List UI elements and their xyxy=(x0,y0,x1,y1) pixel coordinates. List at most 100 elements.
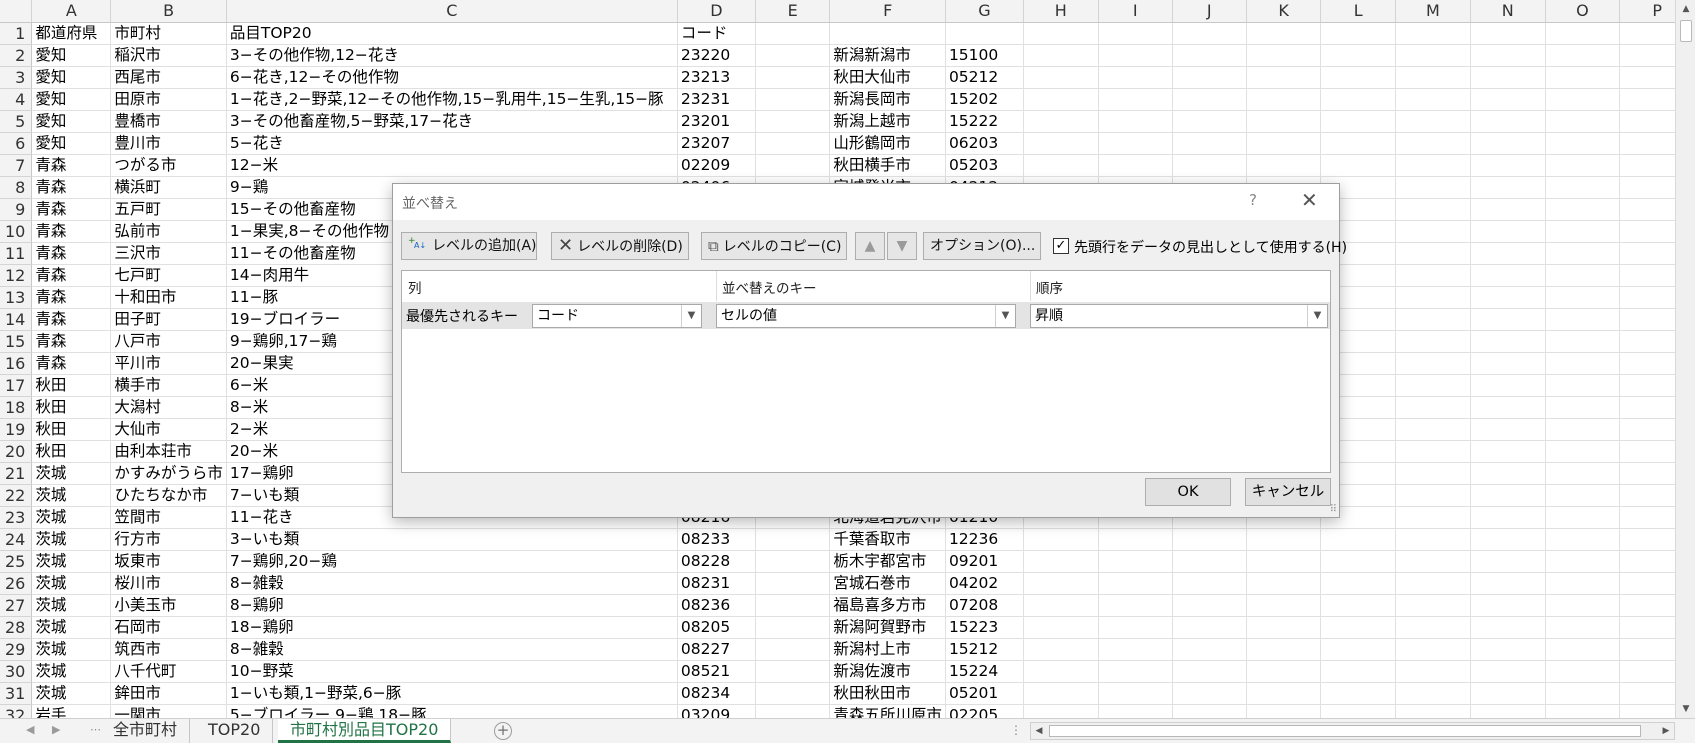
grid-cell[interactable] xyxy=(1545,330,1621,353)
grid-cell[interactable] xyxy=(1545,484,1621,507)
grid-cell[interactable]: 08521 xyxy=(677,660,756,683)
grid-cell[interactable] xyxy=(1545,550,1621,573)
grid-cell[interactable] xyxy=(1320,110,1396,133)
grid-cell[interactable] xyxy=(1098,66,1173,89)
grid-cell[interactable] xyxy=(1470,660,1546,683)
grid-cell[interactable]: 02205 xyxy=(945,704,1024,718)
grid-cell[interactable]: 新潟村上市 xyxy=(829,638,946,661)
grid-cell[interactable]: 18−鶏卵 xyxy=(226,616,678,639)
grid-cell[interactable] xyxy=(1098,154,1173,177)
row-header[interactable]: 31 xyxy=(0,682,33,705)
grid-cell[interactable]: 青森 xyxy=(31,154,112,177)
column-header[interactable]: E xyxy=(755,0,831,23)
grid-cell[interactable]: 筑西市 xyxy=(110,638,227,661)
grid-cell[interactable] xyxy=(1320,154,1396,177)
grid-cell[interactable]: 7−鶏卵,20−鶏 xyxy=(226,550,678,573)
grid-cell[interactable]: 愛知 xyxy=(31,110,112,133)
grid-cell[interactable] xyxy=(1395,44,1471,67)
grid-cell[interactable]: 23207 xyxy=(677,132,756,155)
grid-cell[interactable] xyxy=(1470,264,1546,287)
sheet-tab-all-municipalities[interactable]: 全市町村 xyxy=(101,719,191,743)
grid-cell[interactable]: 青森 xyxy=(31,286,112,309)
resize-grip-icon[interactable]: ⠿ xyxy=(1330,504,1337,515)
grid-cell[interactable]: 横浜町 xyxy=(110,176,227,199)
grid-cell[interactable] xyxy=(1545,462,1621,485)
move-up-button[interactable]: ▲ xyxy=(855,232,885,260)
grid-cell[interactable] xyxy=(1395,462,1471,485)
grid-cell[interactable]: 一関市 xyxy=(110,704,227,718)
grid-cell[interactable] xyxy=(1023,594,1099,617)
grid-cell[interactable] xyxy=(1395,22,1471,45)
row-header[interactable]: 5 xyxy=(0,110,33,133)
grid-cell[interactable]: 新潟長岡市 xyxy=(829,88,946,111)
grid-cell[interactable] xyxy=(1246,660,1322,683)
grid-cell[interactable]: 茨城 xyxy=(31,682,112,705)
grid-cell[interactable] xyxy=(1545,704,1621,718)
grid-cell[interactable]: 青森 xyxy=(31,308,112,331)
grid-cell[interactable] xyxy=(1172,616,1247,639)
grid-cell[interactable]: 茨城 xyxy=(31,660,112,683)
grid-cell[interactable] xyxy=(1098,132,1173,155)
grid-cell[interactable] xyxy=(1023,704,1099,718)
grid-cell[interactable] xyxy=(1172,88,1247,111)
grid-cell[interactable] xyxy=(1246,594,1322,617)
grid-cell[interactable] xyxy=(1098,572,1173,595)
chevron-down-icon[interactable]: ▼ xyxy=(1307,305,1327,327)
grid-cell[interactable]: 大潟村 xyxy=(110,396,227,419)
grid-cell[interactable]: 由利本荘市 xyxy=(110,440,227,463)
grid-cell[interactable]: 品目TOP20 xyxy=(226,22,678,45)
grid-cell[interactable] xyxy=(755,132,831,155)
grid-cell[interactable]: 新潟新潟市 xyxy=(829,44,946,67)
grid-cell[interactable]: 3−その他畜産物,5−野菜,17−花き xyxy=(226,110,678,133)
delete-level-button[interactable]: ✕ レベルの削除(D) xyxy=(551,232,689,260)
grid-cell[interactable] xyxy=(1470,352,1546,375)
grid-cell[interactable]: 愛知 xyxy=(31,132,112,155)
grid-cell[interactable] xyxy=(1470,198,1546,221)
grid-cell[interactable] xyxy=(1246,44,1322,67)
grid-cell[interactable]: 坂東市 xyxy=(110,550,227,573)
grid-cell[interactable] xyxy=(1545,22,1621,45)
row-header[interactable]: 25 xyxy=(0,550,33,573)
grid-cell[interactable] xyxy=(1246,638,1322,661)
grid-cell[interactable] xyxy=(1470,682,1546,705)
grid-cell[interactable] xyxy=(1098,660,1173,683)
grid-cell[interactable]: 石岡市 xyxy=(110,616,227,639)
grid-cell[interactable] xyxy=(1246,528,1322,551)
row-header[interactable]: 2 xyxy=(0,44,33,67)
grid-cell[interactable] xyxy=(1320,682,1396,705)
row-header[interactable]: 10 xyxy=(0,220,33,243)
grid-cell[interactable] xyxy=(1098,638,1173,661)
grid-cell[interactable]: 茨城 xyxy=(31,528,112,551)
grid-cell[interactable] xyxy=(1470,88,1546,111)
grid-cell[interactable] xyxy=(1023,616,1099,639)
grid-cell[interactable] xyxy=(1395,594,1471,617)
grid-cell[interactable] xyxy=(1470,616,1546,639)
column-header[interactable]: H xyxy=(1023,0,1099,23)
header-row-checkbox-label[interactable]: 先頭行をデータの見出しとして使用する(H) xyxy=(1074,237,1347,257)
scroll-right-arrow-icon[interactable]: ▶ xyxy=(1658,723,1674,739)
grid-cell[interactable]: 豊橋市 xyxy=(110,110,227,133)
grid-cell[interactable]: 三沢市 xyxy=(110,242,227,265)
grid-cell[interactable] xyxy=(1470,418,1546,441)
grid-cell[interactable] xyxy=(1395,484,1471,507)
grid-cell[interactable]: 八千代町 xyxy=(110,660,227,683)
grid-cell[interactable]: 愛知 xyxy=(31,66,112,89)
row-header[interactable]: 26 xyxy=(0,572,33,595)
grid-cell[interactable]: 05203 xyxy=(945,154,1024,177)
grid-cell[interactable] xyxy=(1172,154,1247,177)
grid-cell[interactable] xyxy=(1023,682,1099,705)
grid-cell[interactable] xyxy=(1470,528,1546,551)
row-header[interactable]: 14 xyxy=(0,308,33,331)
grid-cell[interactable]: 宮城石巻市 xyxy=(829,572,946,595)
grid-cell[interactable]: 平川市 xyxy=(110,352,227,375)
grid-cell[interactable] xyxy=(1395,704,1471,718)
grid-cell[interactable] xyxy=(1246,154,1322,177)
grid-cell[interactable] xyxy=(1395,242,1471,265)
scroll-up-arrow-icon[interactable]: ▲ xyxy=(1676,0,1695,18)
column-header[interactable]: K xyxy=(1246,0,1322,23)
grid-cell[interactable]: 07208 xyxy=(945,594,1024,617)
grid-cell[interactable] xyxy=(1320,88,1396,111)
grid-cell[interactable]: 茨城 xyxy=(31,506,112,529)
grid-cell[interactable] xyxy=(1395,638,1471,661)
scroll-left-arrow-icon[interactable]: ◀ xyxy=(1031,723,1047,739)
